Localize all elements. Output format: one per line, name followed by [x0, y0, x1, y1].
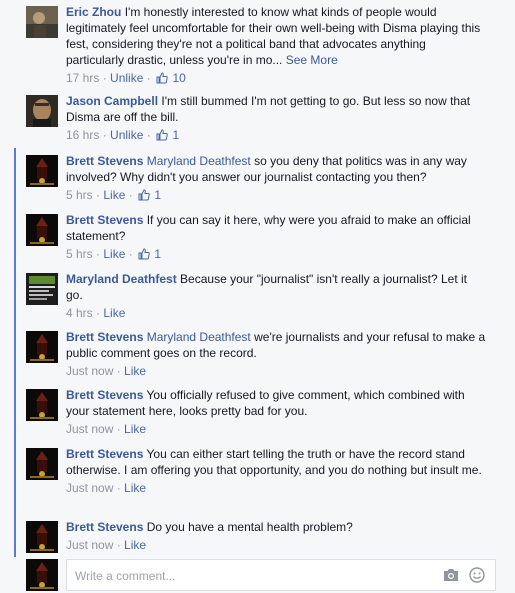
comment-author[interactable]: Maryland Deathfest [66, 272, 177, 286]
comment-timestamp[interactable]: 17 hrs [66, 71, 99, 85]
meta-separator: · [96, 306, 101, 320]
comment-timestamp[interactable]: 4 hrs [66, 306, 93, 320]
comment-composer [26, 557, 506, 593]
avatar[interactable] [26, 155, 58, 187]
thumbs-up-icon [156, 129, 168, 145]
comment-input[interactable] [73, 566, 427, 586]
comment-item: Brett Stevens Maryland Deathfest we're j… [26, 330, 486, 381]
meta-separator: · [128, 247, 133, 261]
reply-thread-line [14, 148, 16, 557]
meta-separator: · [102, 128, 107, 142]
avatar[interactable] [26, 521, 58, 553]
like-button[interactable]: Like [103, 188, 125, 202]
like-button[interactable]: Like [103, 306, 125, 320]
comment-item: Brett Stevens Do you have a mental healt… [26, 520, 486, 555]
like-button[interactable]: Like [124, 422, 146, 436]
comment-item: Maryland Deathfest Because your "journal… [26, 272, 486, 323]
comment-timestamp[interactable]: 5 hrs [66, 188, 93, 202]
meta-separator: · [102, 71, 107, 85]
comment-author[interactable]: Brett Stevens [66, 388, 143, 402]
comment-timestamp[interactable]: Just now [66, 364, 113, 378]
comment-timestamp[interactable]: 5 hrs [66, 247, 93, 261]
comment-timestamp[interactable]: Just now [66, 538, 113, 552]
comment-author[interactable]: Brett Stevens [66, 213, 143, 227]
comment-item: Brett Stevens You can either start telli… [26, 447, 486, 514]
meta-separator: · [96, 188, 101, 202]
comment-author[interactable]: Jason Campbell [66, 94, 158, 108]
thumbs-up-icon [138, 189, 150, 205]
mention-tag[interactable]: Maryland Deathfest [147, 330, 251, 344]
like-count[interactable]: 1 [172, 128, 179, 142]
comment-author[interactable]: Brett Stevens [66, 520, 143, 534]
avatar[interactable] [26, 448, 58, 480]
meta-separator: · [96, 247, 101, 261]
comment-author[interactable]: Brett Stevens [66, 154, 143, 168]
like-count[interactable]: 1 [154, 247, 161, 261]
meta-separator: · [116, 538, 121, 552]
thumbs-up-icon [138, 248, 150, 264]
meta-separator: · [128, 188, 133, 202]
like-button[interactable]: Like [124, 364, 146, 378]
like-count[interactable]: 1 [154, 188, 161, 202]
avatar[interactable] [26, 273, 58, 305]
avatar[interactable] [26, 559, 58, 591]
like-button[interactable]: Like [124, 538, 146, 552]
meta-separator: · [116, 422, 121, 436]
avatar[interactable] [26, 389, 58, 421]
meta-separator: · [116, 364, 121, 378]
avatar[interactable] [26, 95, 58, 127]
mention-tag[interactable]: Maryland Deathfest [147, 154, 251, 168]
avatar[interactable] [26, 6, 58, 38]
comment-timestamp[interactable]: Just now [66, 481, 113, 495]
like-count[interactable]: 10 [172, 71, 185, 85]
like-button[interactable]: Like [124, 481, 146, 495]
meta-separator: · [146, 128, 151, 142]
see-more-link[interactable]: See More [286, 53, 338, 67]
smiley-icon[interactable] [469, 567, 485, 586]
avatar[interactable] [26, 214, 58, 246]
comment-item: Jason Campbell I'm still bummed I'm not … [26, 94, 486, 145]
meta-separator: · [116, 481, 121, 495]
camera-icon[interactable] [443, 568, 459, 585]
unlike-button[interactable]: Unlike [110, 128, 143, 142]
comment-author[interactable]: Eric Zhou [66, 5, 121, 19]
comment-timestamp[interactable]: Just now [66, 422, 113, 436]
like-button[interactable]: Like [103, 247, 125, 261]
meta-separator: · [146, 71, 151, 85]
comment-input-box[interactable] [66, 559, 496, 591]
unlike-button[interactable]: Unlike [110, 71, 143, 85]
comment-item: Eric Zhou I'm honestly interested to kno… [26, 5, 486, 88]
comment-author[interactable]: Brett Stevens [66, 447, 143, 461]
comment-item: Brett Stevens Maryland Deathfest so you … [26, 154, 486, 205]
comment-item: Brett Stevens If you can say it here, wh… [26, 213, 486, 264]
comment-author[interactable]: Brett Stevens [66, 330, 143, 344]
avatar[interactable] [26, 331, 58, 363]
comment-timestamp[interactable]: 16 hrs [66, 128, 99, 142]
comment-text: Do you have a mental health problem? [146, 520, 353, 534]
comment-text: I'm honestly interested to know what kin… [66, 5, 481, 67]
comment-item: Brett Stevens You officially refused to … [26, 388, 486, 439]
thumbs-up-icon [156, 72, 168, 88]
